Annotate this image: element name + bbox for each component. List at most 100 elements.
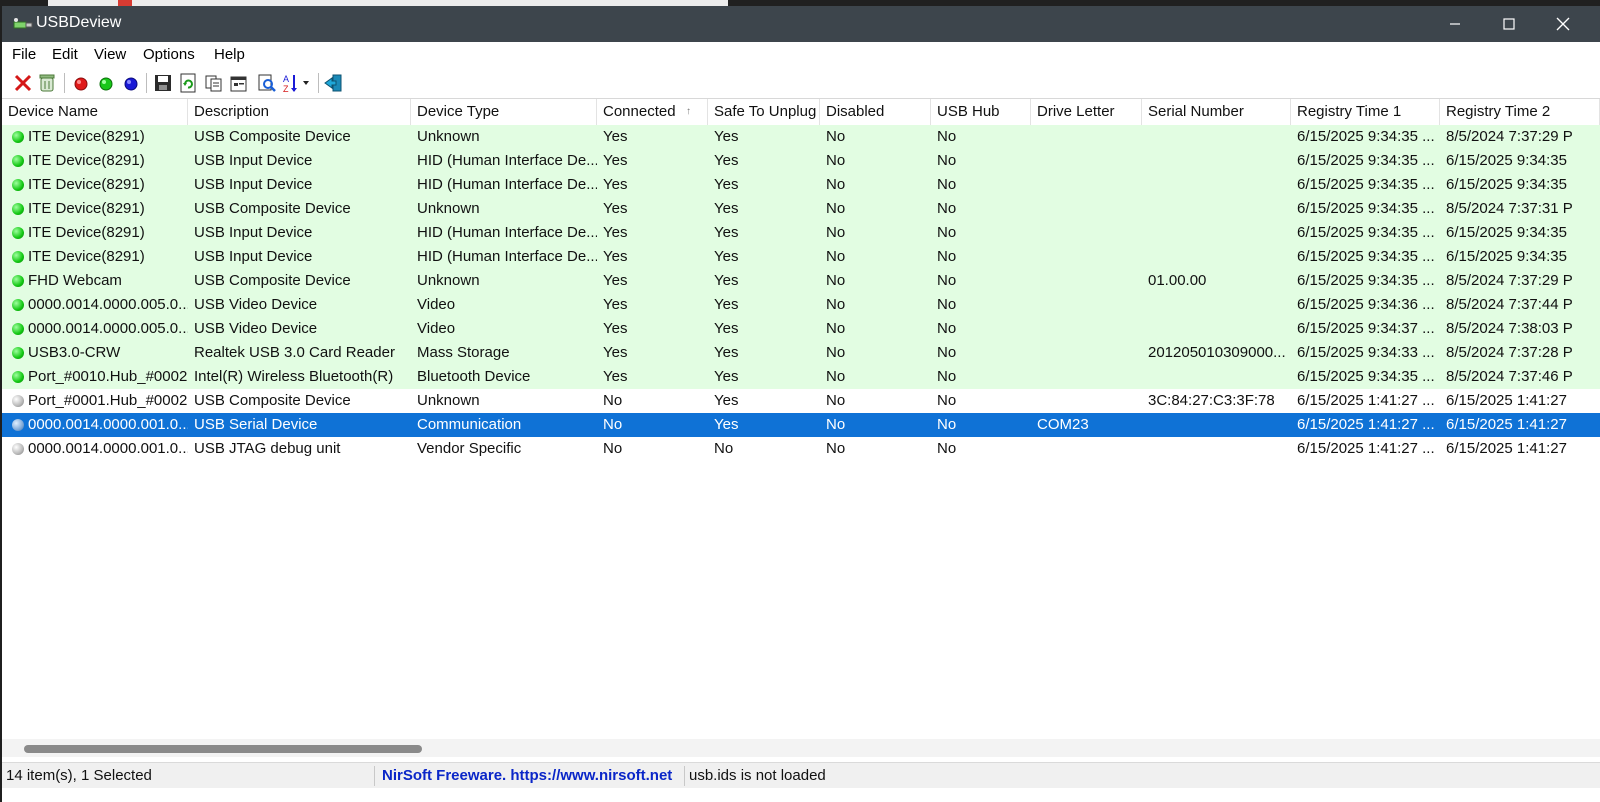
table-row[interactable]: ITE Device(8291) USB Composite Device Unkn… <box>2 197 1600 221</box>
column-header-registry-time-2[interactable]: Registry Time 2 <box>1440 99 1600 125</box>
column-header-serial-number[interactable]: Serial Number <box>1142 99 1291 125</box>
title-bar[interactable]: USBDeview <box>2 6 1600 42</box>
column-header-label: USB Hub <box>937 103 1000 120</box>
exit-icon[interactable] <box>323 72 345 94</box>
table-row[interactable]: ITE Device(8291) USB Input Device HID (Hum… <box>2 149 1600 173</box>
uninstall-icon[interactable] <box>36 72 58 94</box>
cell-drive-letter <box>1031 317 1142 341</box>
cell-device-type: HID (Human Interface De... <box>417 152 597 169</box>
cell-device-type: Unknown <box>417 392 480 409</box>
table-row[interactable]: Port_#0010.Hub_#0002 Intel(R) Wireless Bl… <box>2 365 1600 389</box>
cell-registry-time-2: 6/15/2025 9:34:35 <box>1446 224 1567 241</box>
scrollbar-thumb[interactable] <box>24 745 422 753</box>
column-header-device-type[interactable]: Device Type <box>411 99 597 125</box>
column-header-label: Device Name <box>8 103 99 120</box>
toolbar-separator <box>318 73 319 93</box>
menu-help[interactable]: Help <box>214 46 245 63</box>
close-button[interactable] <box>1536 6 1590 42</box>
cell-safe-to-unplug: Yes <box>714 344 739 361</box>
table-row[interactable]: 0000.0014.0000.001.0... USB JTAG debug un… <box>2 437 1600 461</box>
cell-safe-to-unplug: Yes <box>714 320 739 337</box>
cell-device-name: 0000.0014.0000.005.0... <box>28 296 188 313</box>
cell-drive-letter <box>1031 269 1142 293</box>
usbdeview-window: USBDeview File Edit View Options Help A … <box>2 6 1600 802</box>
properties-icon[interactable] <box>228 72 250 94</box>
cell-device-name: ITE Device(8291) <box>28 152 145 169</box>
copy-icon[interactable] <box>203 72 225 94</box>
device-list[interactable]: Device Name Description Device Type Connect… <box>2 99 1600 739</box>
column-header-safe-to-unplug[interactable]: Safe To Unplug <box>708 99 820 125</box>
find-icon[interactable] <box>256 72 278 94</box>
disable-icon[interactable] <box>70 72 92 94</box>
table-row[interactable]: 0000.0014.0000.005.0... USB Video Device V… <box>2 317 1600 341</box>
cell-disabled: No <box>826 440 846 457</box>
column-header-device-name[interactable]: Device Name <box>2 99 188 125</box>
cell-registry-time-1: 6/15/2025 9:34:35 ... <box>1297 248 1435 265</box>
cell-registry-time-2: 6/15/2025 1:41:27 <box>1446 440 1567 457</box>
cell-drive-letter <box>1031 221 1142 245</box>
enable-disable-icon[interactable] <box>120 72 142 94</box>
sort-icon[interactable]: AZ <box>281 72 309 94</box>
table-row[interactable]: USB3.0-CRW Realtek USB 3.0 Card Reader Mas… <box>2 341 1600 365</box>
status-item-count: 14 item(s), 1 Selected <box>6 767 152 784</box>
table-row[interactable]: 0000.0014.0000.001.0... USB Serial Device… <box>2 413 1600 437</box>
cell-registry-time-2: 8/5/2024 7:37:44 P <box>1446 296 1573 313</box>
status-divider <box>684 766 685 786</box>
table-row[interactable]: FHD Webcam USB Composite Device Unknown Yes… <box>2 269 1600 293</box>
nirsoft-link[interactable]: NirSoft Freeware. https://www.nirsoft.ne… <box>382 763 672 789</box>
cell-safe-to-unplug: Yes <box>714 152 739 169</box>
table-row[interactable]: Port_#0001.Hub_#0002 USB Composite Device… <box>2 389 1600 413</box>
column-header-usb-hub[interactable]: USB Hub <box>931 99 1031 125</box>
cell-safe-to-unplug: No <box>714 440 734 457</box>
cell-serial-number: 201205010309000... <box>1148 344 1286 361</box>
cell-device-name: ITE Device(8291) <box>28 176 145 193</box>
table-row[interactable]: ITE Device(8291) USB Input Device HID (Hum… <box>2 173 1600 197</box>
status-bar: 14 item(s), 1 Selected NirSoft Freeware.… <box>2 762 1600 789</box>
cell-description: USB JTAG debug unit <box>194 440 341 457</box>
column-header-disabled[interactable]: Disabled <box>820 99 931 125</box>
cell-connected: Yes <box>603 152 628 169</box>
save-icon[interactable] <box>152 72 174 94</box>
cell-registry-time-1: 6/15/2025 1:41:27 ... <box>1297 416 1435 433</box>
menu-options[interactable]: Options <box>143 46 195 63</box>
table-row[interactable]: ITE Device(8291) USB Input Device HID (Hum… <box>2 221 1600 245</box>
column-header-drive-letter[interactable]: Drive Letter <box>1031 99 1142 125</box>
table-row[interactable]: ITE Device(8291) USB Input Device HID (Hum… <box>2 245 1600 269</box>
menu-bar: File Edit View Options Help <box>2 42 1600 68</box>
cell-device-type: Unknown <box>417 272 480 289</box>
cell-drive-letter: COM23 <box>1037 416 1089 433</box>
menu-file[interactable]: File <box>12 46 36 63</box>
cell-description: USB Input Device <box>194 176 313 193</box>
menu-view[interactable]: View <box>94 46 126 63</box>
maximize-button[interactable] <box>1482 6 1536 42</box>
cell-connected: No <box>603 440 623 457</box>
cell-registry-time-2: 6/15/2025 9:34:35 <box>1446 248 1567 265</box>
column-header-registry-time-1[interactable]: Registry Time 1 <box>1291 99 1440 125</box>
cell-connected: Yes <box>603 368 628 385</box>
enable-icon[interactable] <box>95 72 117 94</box>
column-header-label: Safe To Unplug <box>714 103 817 120</box>
cell-usb-hub: No <box>937 392 957 409</box>
cell-device-name: USB3.0-CRW <box>28 344 121 361</box>
cell-registry-time-1: 6/15/2025 9:34:33 ... <box>1297 344 1435 361</box>
cell-registry-time-1: 6/15/2025 9:34:37 ... <box>1297 320 1435 337</box>
cell-device-type: Unknown <box>417 200 480 217</box>
refresh-icon[interactable] <box>177 72 199 94</box>
table-row[interactable]: 0000.0014.0000.005.0... USB Video Device V… <box>2 293 1600 317</box>
cell-serial-number <box>1142 245 1291 269</box>
cell-connected: Yes <box>603 320 628 337</box>
disconnect-icon[interactable] <box>12 72 34 94</box>
menu-edit[interactable]: Edit <box>52 46 78 63</box>
column-header-connected[interactable]: Connected ↑ <box>597 99 708 125</box>
svg-text:A: A <box>283 74 289 84</box>
cell-disabled: No <box>826 200 846 217</box>
column-header-description[interactable]: Description <box>188 99 411 125</box>
cell-device-type: HID (Human Interface De... <box>417 224 597 241</box>
cell-device-name: ITE Device(8291) <box>28 128 145 145</box>
cell-usb-hub: No <box>937 224 957 241</box>
cell-drive-letter <box>1031 341 1142 365</box>
table-row[interactable]: ITE Device(8291) USB Composite Device Unkn… <box>2 125 1600 149</box>
horizontal-scrollbar[interactable] <box>2 739 1600 757</box>
minimize-button[interactable] <box>1428 6 1482 42</box>
cell-registry-time-2: 6/15/2025 1:41:27 <box>1446 392 1567 409</box>
